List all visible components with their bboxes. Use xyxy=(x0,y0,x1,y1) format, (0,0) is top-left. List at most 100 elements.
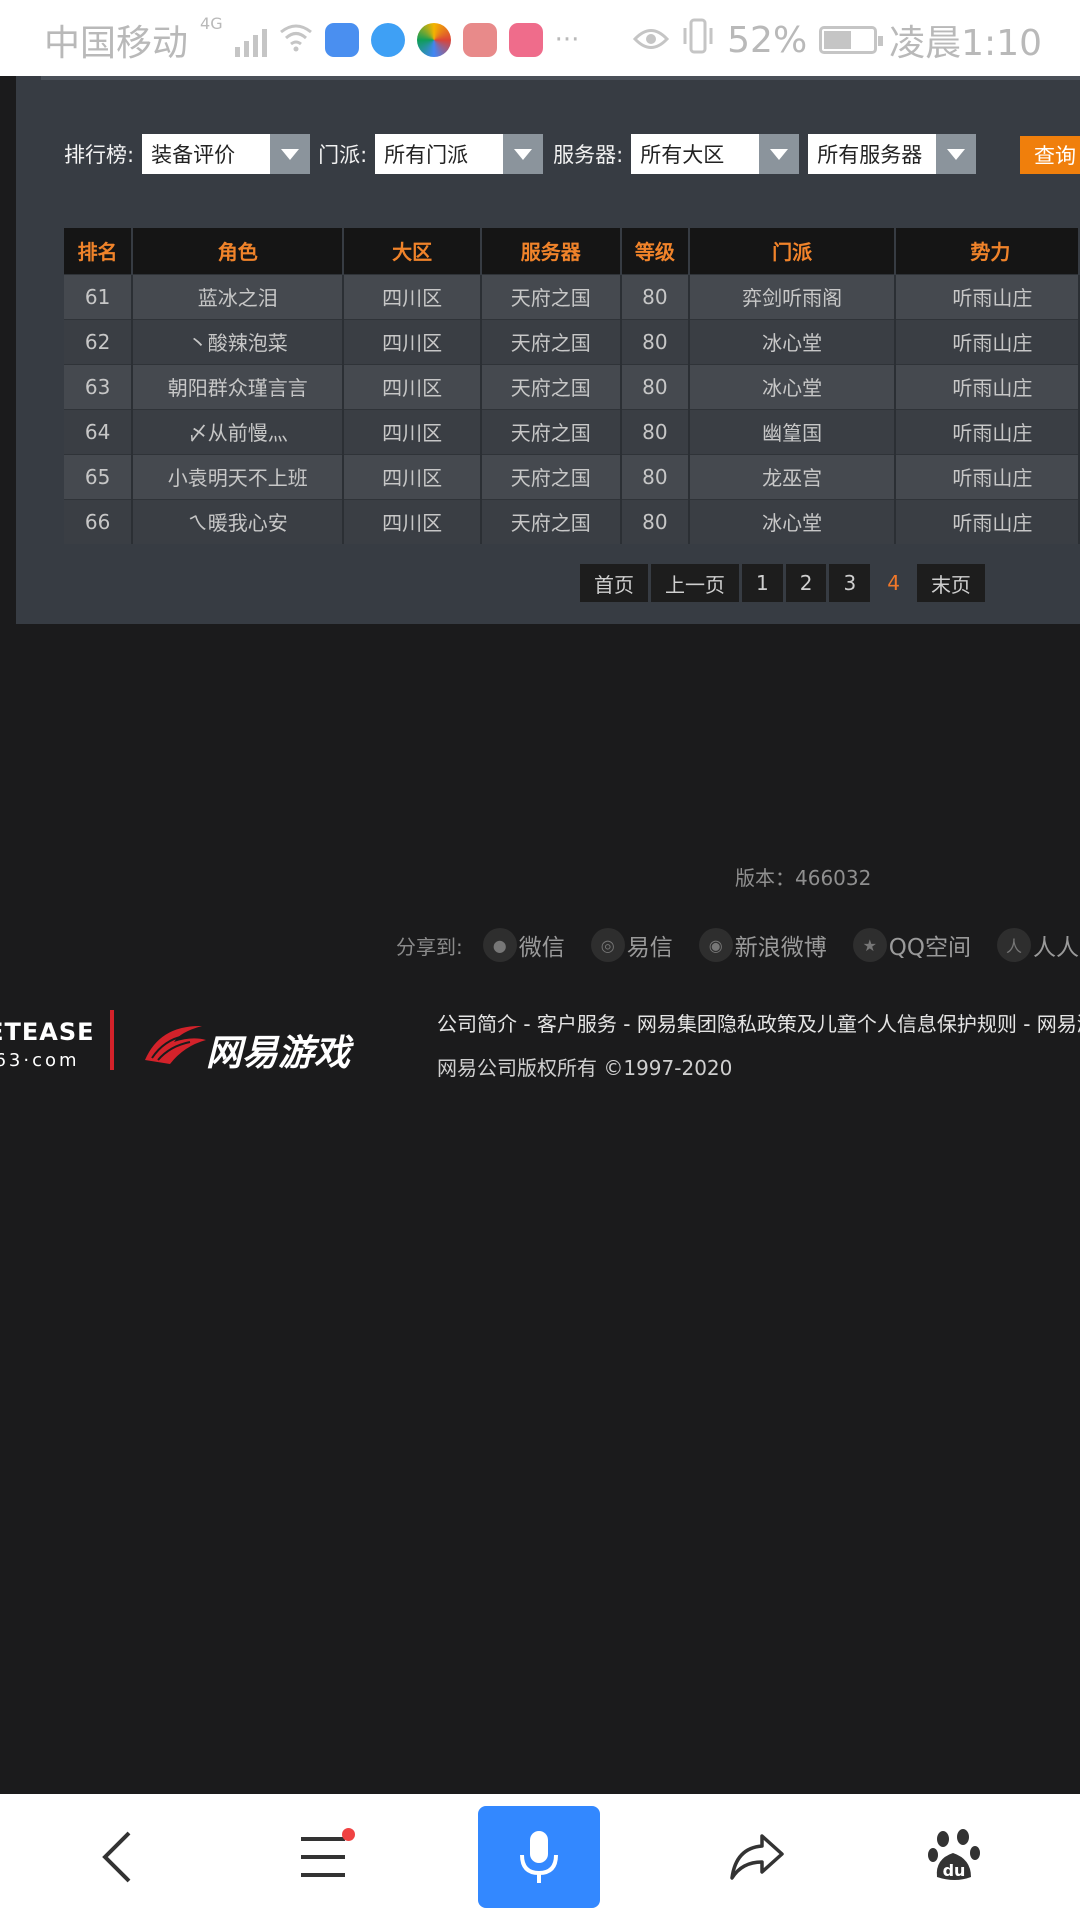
server-cell: 天府之国 xyxy=(480,408,622,454)
copyright-text: 网易公司版权所有 ©1997-2020 xyxy=(437,1056,733,1080)
yixin-icon: ◎ xyxy=(590,928,625,962)
table-row: 61 蓝冰之泪 四川区 天府之国 80 弈剑听雨阁 听雨山庄 xyxy=(64,273,1080,319)
share-wechat-label: 微信 xyxy=(518,935,565,961)
header-region: 大区 xyxy=(343,228,482,274)
page-1-button[interactable]: 1 xyxy=(742,564,783,602)
page-3-button[interactable]: 3 xyxy=(829,564,871,602)
last-page-button[interactable]: 末页 xyxy=(916,564,985,602)
eye-icon xyxy=(633,20,670,61)
table-row: 63 朝阳群众瑾言言 四川区 天府之国 80 冰心堂 听雨山庄 xyxy=(64,363,1080,409)
header-faction: 势力 xyxy=(895,228,1080,274)
rank-cell: 64 xyxy=(64,408,134,454)
phoenix-logo-icon xyxy=(140,1020,210,1074)
prev-page-button[interactable]: 上一页 xyxy=(651,564,739,602)
dropdown-arrow-icon[interactable] xyxy=(936,134,977,174)
server-cell: 天府之国 xyxy=(480,318,622,364)
status-bar: 中国移动 4G ··· 52% 凌晨1:10 xyxy=(0,0,1080,76)
baidu-home-button[interactable]: du xyxy=(910,1812,1000,1902)
server-select-value: 所有服务器 xyxy=(817,143,923,167)
share-yixin[interactable]: ◎ 易信 xyxy=(590,928,673,962)
region-cell: 四川区 xyxy=(343,363,482,409)
server-cell: 天府之国 xyxy=(480,363,622,409)
region-cell: 四川区 xyxy=(343,408,482,454)
signal-icon xyxy=(234,23,267,57)
table-header-row: 排名 角色 大区 服务器 等级 门派 势力 xyxy=(64,228,1080,274)
video-app-icon xyxy=(508,23,543,57)
ranking-table: 排名 角色 大区 服务器 等级 门派 势力 61 蓝冰之泪 四川区 天府之国 8… xyxy=(64,228,1080,544)
ranking-select[interactable]: 装备评价 xyxy=(142,134,311,174)
wechat-icon: ● xyxy=(482,928,517,962)
netease-games-logo[interactable]: NETEASE 163·com 网易游戏 xyxy=(0,1010,360,1080)
logo-domain-text: 163·com xyxy=(0,1050,80,1071)
notification-dot xyxy=(342,1828,355,1841)
faction-cell: 听雨山庄 xyxy=(895,363,1080,409)
logo-divider xyxy=(110,1010,114,1070)
server-label: 服务器: xyxy=(553,143,624,167)
share-qzone[interactable]: ★ QQ空间 xyxy=(852,928,971,962)
rank-cell: 66 xyxy=(64,498,134,544)
panel-top-border xyxy=(41,76,1080,80)
server-cell: 天府之国 xyxy=(480,273,622,319)
faction-cell: 听雨山庄 xyxy=(895,408,1080,454)
rank-cell: 62 xyxy=(64,318,134,364)
school-cell: 龙巫宫 xyxy=(688,453,897,499)
share-weibo[interactable]: ◉ 新浪微博 xyxy=(698,928,827,962)
back-arrow-icon xyxy=(102,1831,131,1883)
version-text: 版本：466032 xyxy=(735,866,872,890)
role-cell: 小袁明天不上班 xyxy=(132,453,345,499)
role-cell: ㄟ暖我心安 xyxy=(132,498,345,544)
menu-icon xyxy=(301,1837,345,1877)
renren-icon: 人 xyxy=(996,928,1031,962)
faction-cell: 听雨山庄 xyxy=(895,318,1080,364)
network-type: 4G xyxy=(200,14,223,33)
page-2-button[interactable]: 2 xyxy=(785,564,827,602)
school-cell: 冰心堂 xyxy=(688,498,897,544)
current-page: 4 xyxy=(887,571,900,595)
school-select[interactable]: 所有门派 xyxy=(375,134,544,174)
level-cell: 80 xyxy=(620,408,690,454)
school-cell: 幽篁国 xyxy=(688,408,897,454)
header-level: 等级 xyxy=(620,228,690,274)
query-button[interactable]: 查询 xyxy=(1020,136,1080,174)
level-cell: 80 xyxy=(620,273,690,319)
share-wechat[interactable]: ● 微信 xyxy=(482,928,565,962)
rank-cell: 63 xyxy=(64,363,134,409)
menu-button[interactable] xyxy=(278,1812,368,1902)
footer-links[interactable]: 公司简介 - 客户服务 - 网易集团隐私政策及儿童个人信息保护规则 - 网易游戏 xyxy=(437,1008,1080,1037)
region-cell: 四川区 xyxy=(343,318,482,364)
rank-cell: 61 xyxy=(64,273,134,319)
role-cell: 丶酸辣泡菜 xyxy=(132,318,345,364)
school-cell: 弈剑听雨阁 xyxy=(688,273,897,319)
back-button[interactable] xyxy=(72,1812,162,1902)
level-cell: 80 xyxy=(620,318,690,364)
server-cell: 天府之国 xyxy=(480,498,622,544)
level-cell: 80 xyxy=(620,498,690,544)
school-cell: 冰心堂 xyxy=(688,318,897,364)
dropdown-arrow-icon[interactable] xyxy=(759,134,800,174)
share-button[interactable] xyxy=(712,1812,802,1902)
table-row: 62 丶酸辣泡菜 四川区 天府之国 80 冰心堂 听雨山庄 xyxy=(64,318,1080,364)
table-row: 66 ㄟ暖我心安 四川区 天府之国 80 冰心堂 听雨山庄 xyxy=(64,498,1080,544)
share-renren[interactable]: 人 人人网 xyxy=(996,928,1080,962)
dropdown-arrow-icon[interactable] xyxy=(270,134,311,174)
role-cell: 朝阳群众瑾言言 xyxy=(132,363,345,409)
server-cell: 天府之国 xyxy=(480,453,622,499)
share-renren-label: 人人网 xyxy=(1032,935,1080,961)
dropdown-arrow-icon[interactable] xyxy=(503,134,544,174)
server-select[interactable]: 所有服务器 xyxy=(808,134,977,174)
share-arrow-icon xyxy=(730,1834,784,1880)
header-role: 角色 xyxy=(132,228,345,274)
pinwheel-app-icon xyxy=(416,23,451,57)
region-select[interactable]: 所有大区 xyxy=(631,134,800,174)
share-label: 分享到: xyxy=(396,934,463,959)
faction-cell: 听雨山庄 xyxy=(895,498,1080,544)
voice-search-button[interactable] xyxy=(478,1806,600,1908)
vibrate-icon xyxy=(681,18,715,63)
share-qzone-label: QQ空间 xyxy=(888,935,971,961)
battery-percent: 52% xyxy=(727,19,808,61)
header-server: 服务器 xyxy=(480,228,622,274)
battery-icon xyxy=(819,26,884,54)
first-page-button[interactable]: 首页 xyxy=(580,564,648,602)
ranking-label: 排行榜: xyxy=(64,143,135,167)
level-cell: 80 xyxy=(620,453,690,499)
